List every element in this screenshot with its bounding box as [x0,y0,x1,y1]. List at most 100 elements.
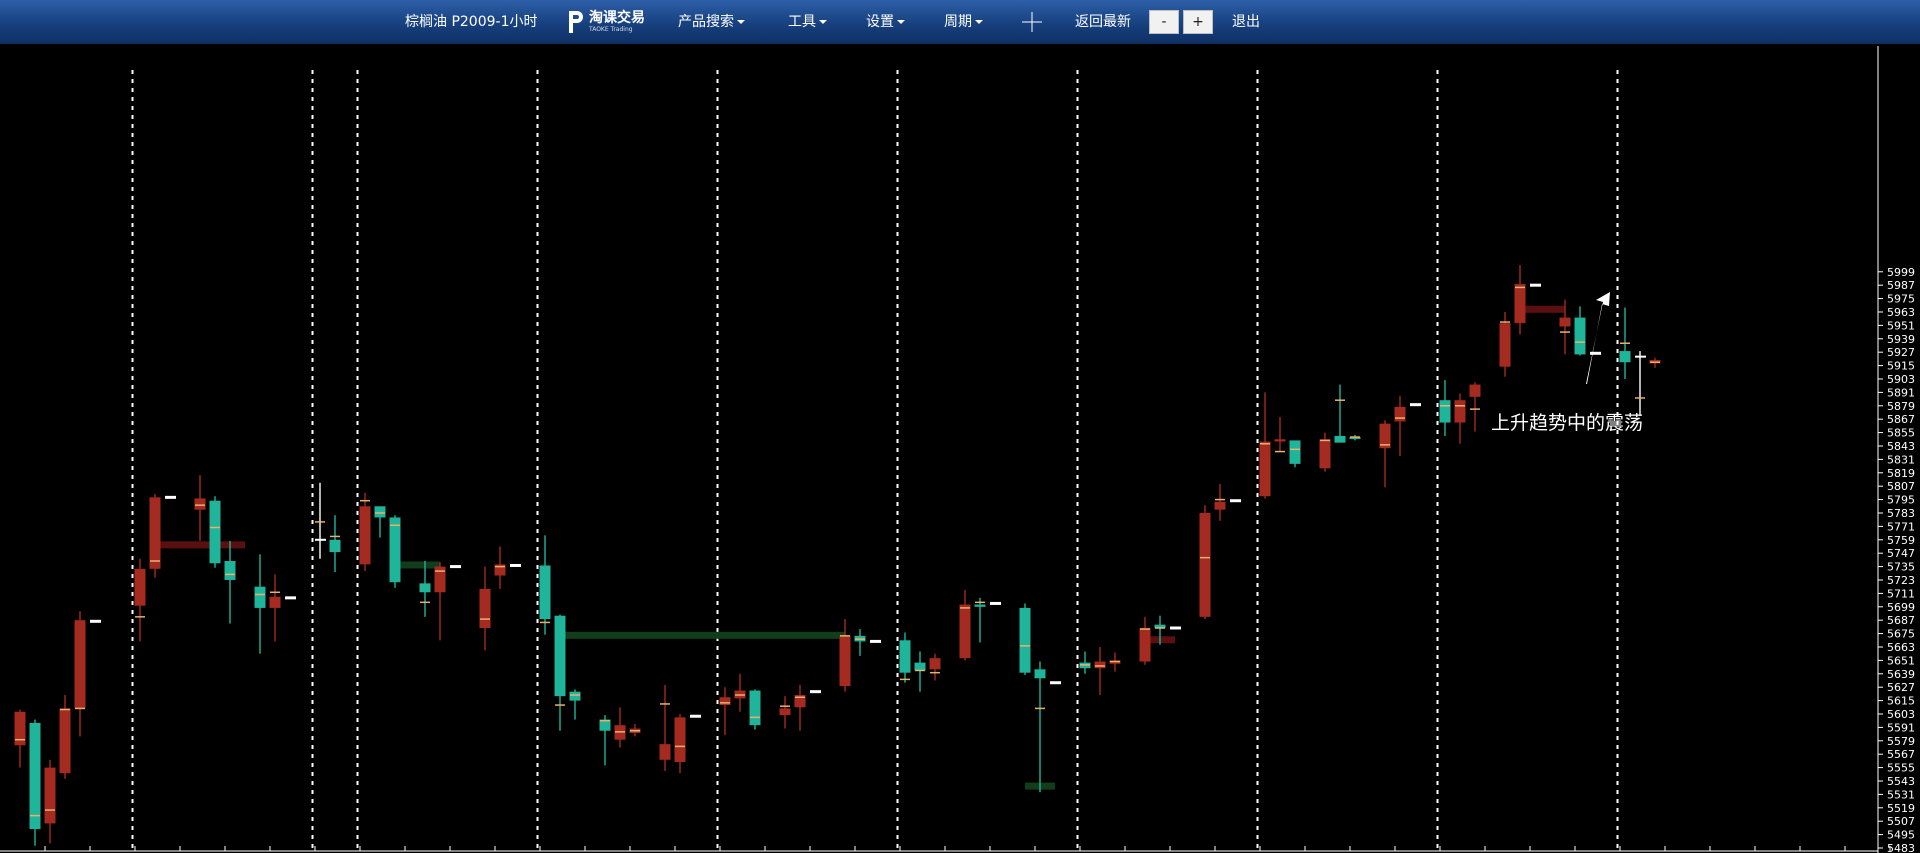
price-tick-label: 5507 [1887,815,1915,828]
price-tick-label: 5519 [1887,802,1915,815]
candle-body [1259,441,1271,497]
candle-body [959,604,971,659]
candle-body [779,708,791,716]
candle-body [479,588,491,629]
candle-body [749,690,761,726]
candle-body [1214,501,1226,510]
price-tick-label: 5951 [1887,319,1915,332]
candle-body [359,506,371,565]
price-tick-label: 5663 [1887,641,1915,654]
price-tick-label: 5879 [1887,400,1915,413]
candle-body [1319,439,1331,469]
price-tick-label: 5759 [1887,534,1915,547]
price-tick-label: 5711 [1887,587,1915,600]
price-tick-label: 5999 [1887,266,1915,279]
candle-body [1439,400,1451,423]
candle-body [44,767,56,824]
price-tick-label: 5903 [1887,373,1915,386]
price-tick-label: 5975 [1887,293,1915,306]
price-tick-label: 5891 [1887,386,1915,399]
candle-body [74,620,86,709]
candle-body [254,586,266,608]
candle-body [1334,435,1346,443]
candle-body [1469,384,1481,397]
price-tick-label: 5843 [1887,440,1915,453]
candle-body [539,565,551,620]
price-tick-label: 5675 [1887,628,1915,641]
candle-body [839,635,851,687]
price-tick-label: 5939 [1887,333,1915,346]
price-tick-label: 5687 [1887,614,1915,627]
candle-body [914,662,926,671]
candle-body [194,498,206,510]
price-tick-label: 5567 [1887,748,1915,761]
candle-body [209,500,221,564]
candle-body [1139,628,1151,662]
price-tick-label: 5627 [1887,681,1915,694]
candle-body [419,583,431,593]
price-tick-label: 5915 [1887,360,1915,373]
candle-body [1199,512,1211,617]
candle-body [1574,317,1586,355]
candle-body [59,708,71,774]
candle-body [134,568,146,606]
candle-body [929,658,941,670]
candle-body [329,539,341,553]
price-zone [155,541,245,549]
candle-body [374,506,386,518]
price-zone [560,631,845,639]
price-tick-label: 5699 [1887,601,1915,614]
candle-body [1454,400,1466,423]
price-tick-label: 5723 [1887,574,1915,587]
price-tick-label: 5735 [1887,561,1915,574]
candle-body [1274,439,1286,442]
candle-body [1034,669,1046,679]
price-tick-label: 5651 [1887,654,1915,667]
price-tick-label: 5591 [1887,721,1915,734]
price-tick-label: 5531 [1887,788,1915,801]
price-tick-label: 5555 [1887,762,1915,775]
candle-body [899,640,911,673]
candle-body [674,717,686,763]
price-tick-label: 5579 [1887,735,1915,748]
price-tick-label: 5987 [1887,279,1915,292]
candle-body [224,561,236,580]
price-tick-label: 5615 [1887,695,1915,708]
price-tick-label: 5867 [1887,413,1915,426]
candle-body [1019,607,1031,673]
price-tick-label: 5855 [1887,427,1915,440]
candle-body [659,744,671,760]
candle-body [1094,661,1106,669]
candle-body [974,604,986,607]
price-tick-label: 5639 [1887,668,1915,681]
candle-body [569,691,581,701]
candle-body [1619,351,1631,363]
candle-body [554,615,566,697]
price-tick-label: 5771 [1887,520,1915,533]
price-tick-label: 5819 [1887,467,1915,480]
price-tick-label: 5483 [1887,842,1915,853]
candle-body [719,697,731,706]
annotation-arrow [1586,292,1610,384]
candle-body [389,517,401,583]
price-tick-label: 5783 [1887,507,1915,520]
price-zone [395,561,440,569]
candle-body [1514,284,1526,324]
candle-body [1394,406,1406,422]
price-tick-label: 5603 [1887,708,1915,721]
price-tick-label: 5963 [1887,306,1915,319]
candle-body [269,596,281,608]
price-tick-label: 5747 [1887,547,1915,560]
price-tick-label: 5543 [1887,775,1915,788]
price-tick-label: 5795 [1887,494,1915,507]
price-tick-label: 5807 [1887,480,1915,493]
candle-body [1499,323,1511,367]
price-tick-label: 5495 [1887,829,1915,842]
price-tick-label: 5831 [1887,453,1915,466]
chart-annotation: 上升趋势中的震荡 [1491,412,1644,434]
candle-body [29,722,41,830]
price-tick-label: 5927 [1887,346,1915,359]
candle-body [149,497,161,569]
price-zone [1520,305,1565,313]
candle-body [1559,317,1571,327]
